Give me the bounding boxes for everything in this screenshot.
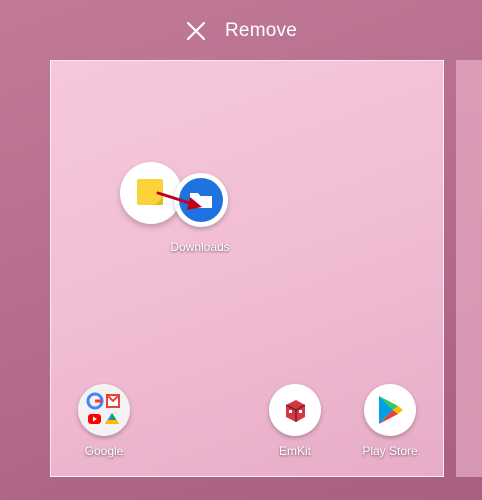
google-label: Google (84, 444, 124, 458)
app-play-store[interactable]: Play Store (350, 384, 430, 458)
play-store-icon (364, 384, 416, 436)
remove-drop-target[interactable]: Remove (0, 0, 482, 62)
app-google-folder[interactable]: Google (64, 384, 144, 458)
remove-label: Remove (225, 20, 297, 41)
next-home-screen-panel[interactable] (456, 60, 482, 477)
downloads-label: Downloads (170, 240, 230, 254)
emkit-label: EmKit (278, 444, 311, 458)
play-store-label: Play Store (362, 444, 418, 458)
emkit-icon (269, 384, 321, 436)
drag-arrow-icon (156, 191, 202, 210)
close-icon (185, 20, 207, 42)
app-emkit[interactable]: EmKit (255, 384, 335, 458)
google-folder-icon (78, 384, 130, 436)
